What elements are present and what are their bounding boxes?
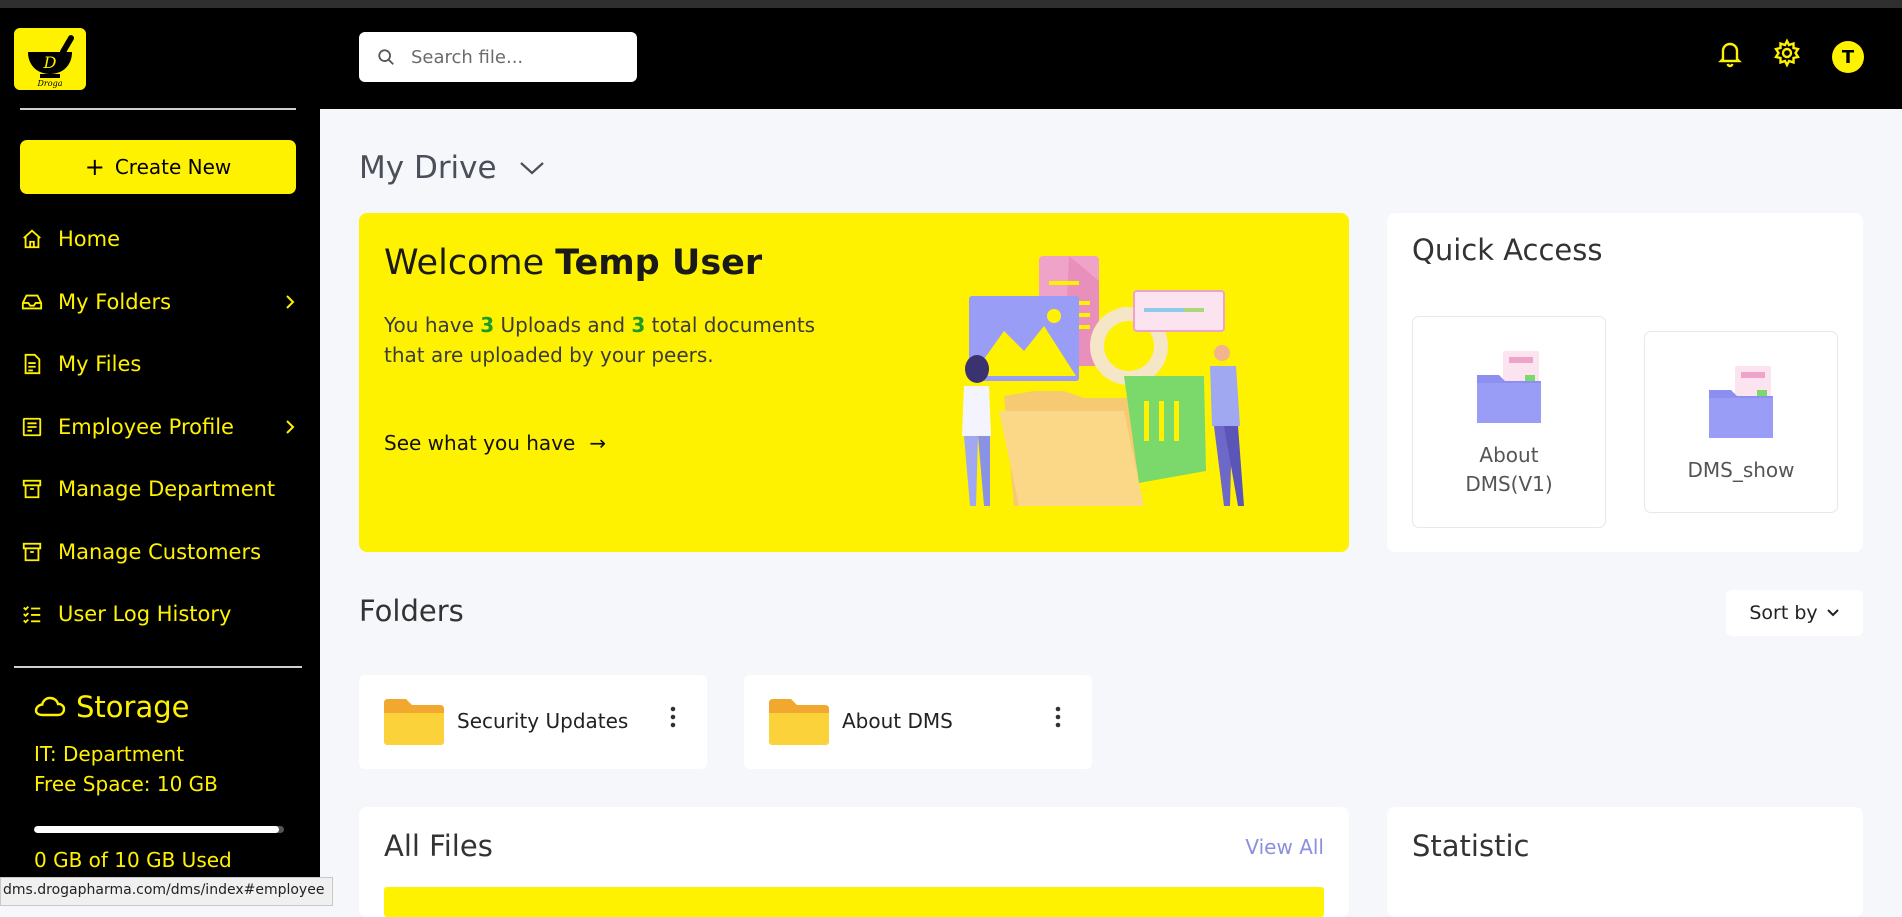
more-options-icon[interactable] — [1054, 705, 1062, 729]
sidebar-item-user-log-history[interactable]: User Log History — [0, 583, 320, 646]
sidebar-item-label: Home — [58, 227, 121, 252]
folder-icon — [769, 699, 829, 745]
sidebar-item-label: Employee Profile — [58, 414, 234, 439]
folder-card[interactable]: About DMS — [744, 675, 1092, 769]
view-all-link[interactable]: View All — [1245, 835, 1324, 859]
sidebar-item-label: My Folders — [58, 289, 172, 314]
welcome-summary: You have 3 Uploads and 3 total documents… — [384, 310, 824, 370]
sort-by-label: Sort by — [1749, 602, 1818, 624]
quick-access-label-line: DMS_show — [1687, 458, 1795, 482]
mortar-pestle-icon: D Droga — [28, 35, 74, 88]
sidebar-item-my-files[interactable]: My Files — [0, 333, 320, 396]
folder-name: About DMS — [842, 709, 953, 733]
see-what-you-have-link[interactable]: See what you have → — [384, 431, 606, 455]
search-input[interactable] — [409, 45, 623, 69]
all-files-title: All Files — [384, 829, 493, 863]
droga-logo[interactable]: D Droga — [14, 28, 86, 90]
sidebar-divider — [14, 666, 302, 668]
create-new-button[interactable]: + Create New — [20, 140, 296, 194]
all-files-panel: All Files View All — [359, 807, 1349, 917]
uploads-count: 3 — [480, 313, 495, 337]
plus-icon: + — [84, 153, 105, 181]
settings-gear-icon[interactable] — [1772, 38, 1802, 68]
storage-free-space: Free Space: 10 GB — [34, 772, 218, 796]
welcome-prefix: Welcome — [384, 243, 556, 283]
sidebar-item-label: Manage Customers — [58, 539, 262, 564]
chevron-right-icon — [286, 420, 295, 434]
storage-progress-bar — [34, 826, 284, 833]
svg-text:D: D — [43, 53, 57, 72]
quick-access-panel: Quick Access About DMS(V1) DMS_show — [1387, 213, 1863, 552]
sidebar-item-home[interactable]: Home — [0, 208, 320, 271]
profile-icon — [20, 415, 44, 439]
page-title: My Drive — [359, 150, 497, 186]
sidebar-item-my-folders[interactable]: My Folders — [0, 271, 320, 334]
quick-access-label: DMS_show — [1687, 456, 1794, 485]
more-options-icon[interactable] — [669, 705, 677, 729]
folder-document-icon — [1709, 366, 1773, 438]
my-drive-dropdown[interactable]: My Drive — [359, 150, 545, 186]
quick-access-item[interactable]: About DMS(V1) — [1412, 316, 1606, 528]
summary-text: Uploads and — [494, 313, 632, 337]
archive-icon — [20, 477, 44, 501]
window-top-strip — [0, 0, 1902, 8]
sidebar-item-label: Manage Department — [58, 477, 276, 502]
sidebar-item-label: User Log History — [58, 602, 232, 627]
sidebar-item-employee-profile[interactable]: Employee Profile — [0, 396, 320, 459]
sidebar: D Droga + Create New Home My Folders My … — [0, 8, 320, 904]
quick-access-item[interactable]: DMS_show — [1644, 331, 1838, 513]
storage-heading: Storage — [34, 690, 189, 724]
quick-access-label-line: DMS(V1) — [1465, 472, 1553, 496]
sidebar-item-label: My Files — [58, 352, 142, 377]
home-icon — [20, 227, 44, 251]
archive-icon — [20, 540, 44, 564]
create-new-label: Create New — [114, 155, 232, 179]
chevron-down-icon — [519, 162, 544, 175]
sidebar-item-manage-customers[interactable]: Manage Customers — [0, 521, 320, 584]
inbox-icon — [20, 290, 44, 314]
statistic-panel: Statistic — [1387, 807, 1863, 917]
browser-status-url: dms.drogapharma.com/dms/index#employee — [0, 877, 334, 906]
user-avatar[interactable]: T — [1832, 41, 1864, 73]
folders-heading: Folders — [359, 594, 464, 628]
documents-count: 3 — [631, 313, 646, 337]
search-box[interactable] — [359, 32, 637, 82]
folder-icon — [384, 699, 444, 745]
welcome-user-name: Temp User — [555, 243, 763, 283]
arrow-right-icon: → — [589, 431, 607, 455]
sidebar-item-manage-department[interactable]: Manage Department — [0, 458, 320, 521]
file-icon — [20, 352, 44, 376]
folder-document-icon — [1477, 351, 1541, 423]
storage-progress-fill — [34, 826, 279, 833]
svg-text:Droga: Droga — [37, 79, 63, 88]
quick-access-label: About DMS(V1) — [1465, 441, 1552, 499]
quick-access-title: Quick Access — [1412, 233, 1603, 267]
chevron-down-icon — [1826, 609, 1839, 617]
statistic-title: Statistic — [1412, 829, 1530, 863]
chevron-right-icon — [286, 295, 295, 309]
search-icon — [378, 49, 394, 65]
notification-bell-icon[interactable] — [1715, 38, 1745, 68]
welcome-card: Welcome Temp User You have 3 Uploads and… — [359, 213, 1349, 552]
files-table-header — [384, 887, 1324, 917]
cloud-icon — [34, 696, 66, 717]
storage-used: 0 GB of 10 GB Used — [34, 848, 232, 872]
top-header: T — [320, 8, 1902, 109]
folder-card[interactable]: Security Updates — [359, 675, 707, 769]
list-check-icon — [20, 602, 44, 626]
quick-access-label-line: About — [1479, 443, 1539, 467]
sort-by-dropdown[interactable]: Sort by — [1726, 590, 1863, 636]
sidebar-nav: Home My Folders My Files Employee Profil… — [0, 208, 320, 646]
storage-title: Storage — [76, 690, 190, 724]
summary-text: You have — [384, 313, 481, 337]
link-label: See what you have — [384, 431, 576, 455]
welcome-heading: Welcome Temp User — [384, 243, 762, 283]
documents-illustration — [962, 256, 1244, 506]
folder-name: Security Updates — [457, 709, 629, 733]
storage-department: IT: Department — [34, 742, 185, 766]
logo-divider — [20, 108, 296, 110]
